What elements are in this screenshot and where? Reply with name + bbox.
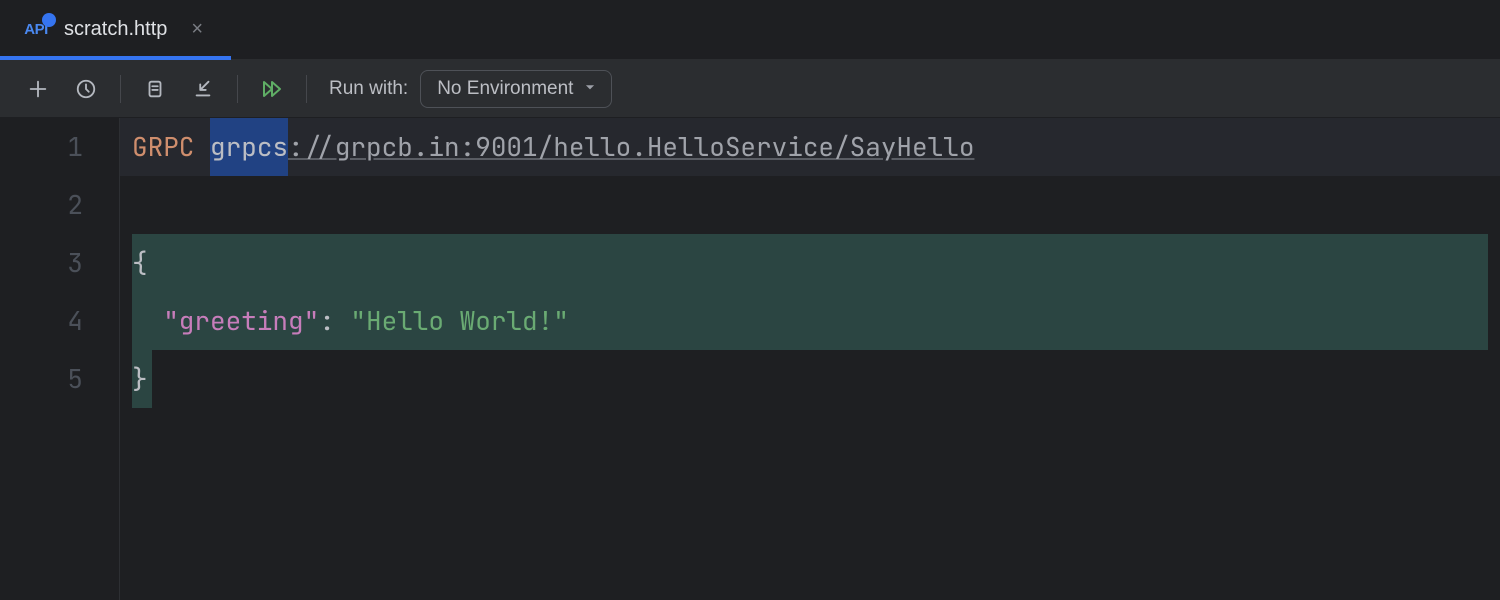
- examples-button[interactable]: [137, 71, 173, 107]
- add-request-button[interactable]: [20, 71, 56, 107]
- json-brace: {: [132, 245, 148, 280]
- json-brace: }: [132, 361, 148, 396]
- line-number: 4: [0, 292, 83, 350]
- tab-scratch-http[interactable]: API scratch.http ×: [0, 0, 231, 59]
- import-button[interactable]: [185, 71, 221, 107]
- toolbar-separator: [120, 75, 121, 103]
- environment-selected-value: No Environment: [437, 78, 573, 100]
- run-with-label: Run with:: [329, 78, 408, 100]
- code-line[interactable]: [120, 176, 1500, 234]
- code-line[interactable]: }: [120, 350, 1500, 408]
- close-icon[interactable]: ×: [187, 14, 207, 45]
- http-toolbar: Run with: No Environment: [0, 60, 1500, 118]
- import-icon: [192, 78, 214, 100]
- code-editor[interactable]: 1 2 3 4 5 GRPC grpcs://grpcb.in:9001/hel…: [0, 118, 1500, 600]
- line-number: 3: [0, 234, 83, 292]
- line-number: 1: [0, 118, 83, 176]
- http-method: GRPC: [132, 118, 194, 176]
- api-file-icon: API: [22, 19, 50, 41]
- line-number: 5: [0, 350, 83, 408]
- request-url: ://grpcb.in:9001/hello.HelloService/SayH…: [288, 118, 974, 176]
- tab-title: scratch.http: [64, 18, 167, 41]
- code-area[interactable]: GRPC grpcs://grpcb.in:9001/hello.HelloSe…: [120, 118, 1500, 600]
- code-line[interactable]: "greeting": "Hello World!": [120, 292, 1500, 350]
- document-icon: [144, 78, 166, 100]
- code-line[interactable]: {: [120, 234, 1500, 292]
- json-colon: :: [319, 303, 350, 338]
- tab-bar: API scratch.http ×: [0, 0, 1500, 60]
- json-key: "greeting": [163, 303, 319, 338]
- line-gutter: 1 2 3 4 5: [0, 118, 120, 600]
- toolbar-separator: [306, 75, 307, 103]
- run-all-button[interactable]: [254, 71, 290, 107]
- code-line[interactable]: GRPC grpcs://grpcb.in:9001/hello.HelloSe…: [120, 118, 1500, 176]
- selected-text: grpcs: [210, 118, 288, 176]
- environment-select[interactable]: No Environment: [420, 70, 612, 108]
- json-string: "Hello World!": [350, 303, 568, 338]
- chevron-down-icon: [583, 78, 597, 100]
- history-icon: [75, 78, 97, 100]
- plus-icon: [27, 78, 49, 100]
- toolbar-separator: [237, 75, 238, 103]
- history-button[interactable]: [68, 71, 104, 107]
- run-all-icon: [260, 77, 284, 101]
- line-number: 2: [0, 176, 83, 234]
- modified-badge-icon: [42, 13, 56, 27]
